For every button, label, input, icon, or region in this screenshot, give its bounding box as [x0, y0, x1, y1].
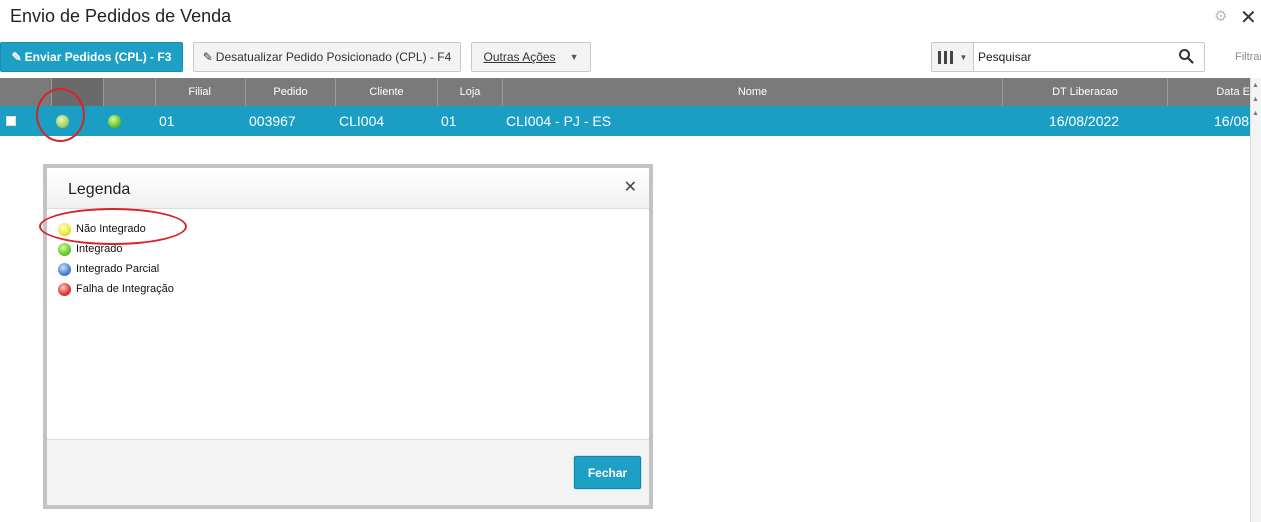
table-row[interactable]: 01 003967 CLI004 01 CLI004 - PJ - ES 16/… — [0, 106, 1250, 136]
columns-icon — [937, 50, 953, 64]
header-icons: ⚙ ✕ — [1201, 5, 1261, 30]
cell-cliente: CLI004 — [339, 113, 385, 129]
legend-label: Integrado Parcial — [76, 263, 160, 275]
pencil-icon: ✎ — [11, 50, 22, 64]
red-status-icon — [58, 282, 71, 296]
cell-pedido: 003967 — [249, 113, 296, 129]
dialog-header: Legenda ✕ — [47, 168, 649, 209]
scroll-up-icon[interactable]: ▲ — [1252, 96, 1259, 104]
legend-item: Falha de Integração — [58, 281, 174, 297]
annotation-ellipse — [39, 208, 187, 245]
enviar-pedidos-button[interactable]: ✎ Enviar Pedidos (CPL) - F3 — [0, 42, 183, 72]
filtrar-link[interactable]: Filtrar — [1235, 51, 1261, 63]
search-box: ▼ — [931, 42, 1205, 72]
header-loja[interactable]: Loja — [438, 78, 503, 106]
column-selector[interactable]: ▼ — [932, 43, 974, 71]
scroll-up-icon[interactable]: ▲ — [1252, 110, 1259, 118]
cell-data-e: 16/08 — [1214, 113, 1250, 129]
chevron-down-icon: ▼ — [569, 52, 579, 62]
header-filial[interactable]: Filial — [156, 78, 246, 106]
cell-filial: 01 — [159, 113, 175, 129]
search-input[interactable] — [978, 47, 1168, 67]
outras-acoes-button[interactable]: Outras Ações ▼ — [471, 42, 591, 72]
legend-label: Falha de Integração — [76, 283, 174, 295]
enviar-pedidos-label: Enviar Pedidos (CPL) - F3 — [24, 50, 172, 64]
chevron-down-icon: ▼ — [959, 52, 968, 62]
close-icon[interactable]: ✕ — [624, 177, 637, 197]
header-nome[interactable]: Nome — [503, 78, 1003, 106]
header-data-e[interactable]: Data E — [1168, 78, 1250, 106]
header-cliente[interactable]: Cliente — [336, 78, 438, 106]
scroll-top-icon[interactable]: ▲ — [1252, 82, 1259, 90]
search-icon[interactable] — [1178, 48, 1194, 64]
blue-status-icon — [58, 262, 71, 276]
dialog-title: Legenda — [68, 181, 131, 198]
cell-dt-liberacao: 16/08/2022 — [1049, 113, 1120, 129]
header-dt-liberacao[interactable]: DT Liberacao — [1003, 78, 1168, 106]
gear-icon[interactable]: ⚙ — [1214, 7, 1227, 25]
status-green-icon — [108, 115, 121, 128]
header-status2-col[interactable] — [104, 78, 156, 106]
fechar-button[interactable]: Fechar — [574, 456, 641, 489]
cell-nome: CLI004 - PJ - ES — [506, 113, 612, 129]
green-status-icon — [58, 242, 71, 256]
legend-item: Integrado Parcial — [58, 261, 159, 277]
row-checkbox[interactable] — [6, 116, 16, 126]
header-pedido[interactable]: Pedido — [246, 78, 336, 106]
dialog-footer: Fechar — [47, 439, 649, 505]
orders-grid: Filial Pedido Cliente Loja Nome DT Liber… — [0, 78, 1250, 136]
vertical-scrollbar[interactable]: ▲ ▲ ▲ — [1250, 78, 1261, 522]
page-title: Envio de Pedidos de Venda — [10, 6, 232, 26]
close-icon[interactable]: ✕ — [1240, 5, 1257, 30]
desatualizar-pedido-button[interactable]: ✎ Desatualizar Pedido Posicionado (CPL) … — [193, 42, 461, 72]
pencil-icon: ✎ — [202, 50, 213, 64]
desatualizar-label: Desatualizar Pedido Posicionado (CPL) - … — [215, 50, 452, 64]
page: Envio de Pedidos de Venda ⚙ ✕ ✎ Enviar P… — [0, 0, 1261, 522]
outras-acoes-label: Outras Ações — [483, 50, 556, 64]
grid-header: Filial Pedido Cliente Loja Nome DT Liber… — [0, 78, 1250, 106]
cell-loja: 01 — [441, 113, 457, 129]
annotation-circle — [36, 88, 85, 142]
